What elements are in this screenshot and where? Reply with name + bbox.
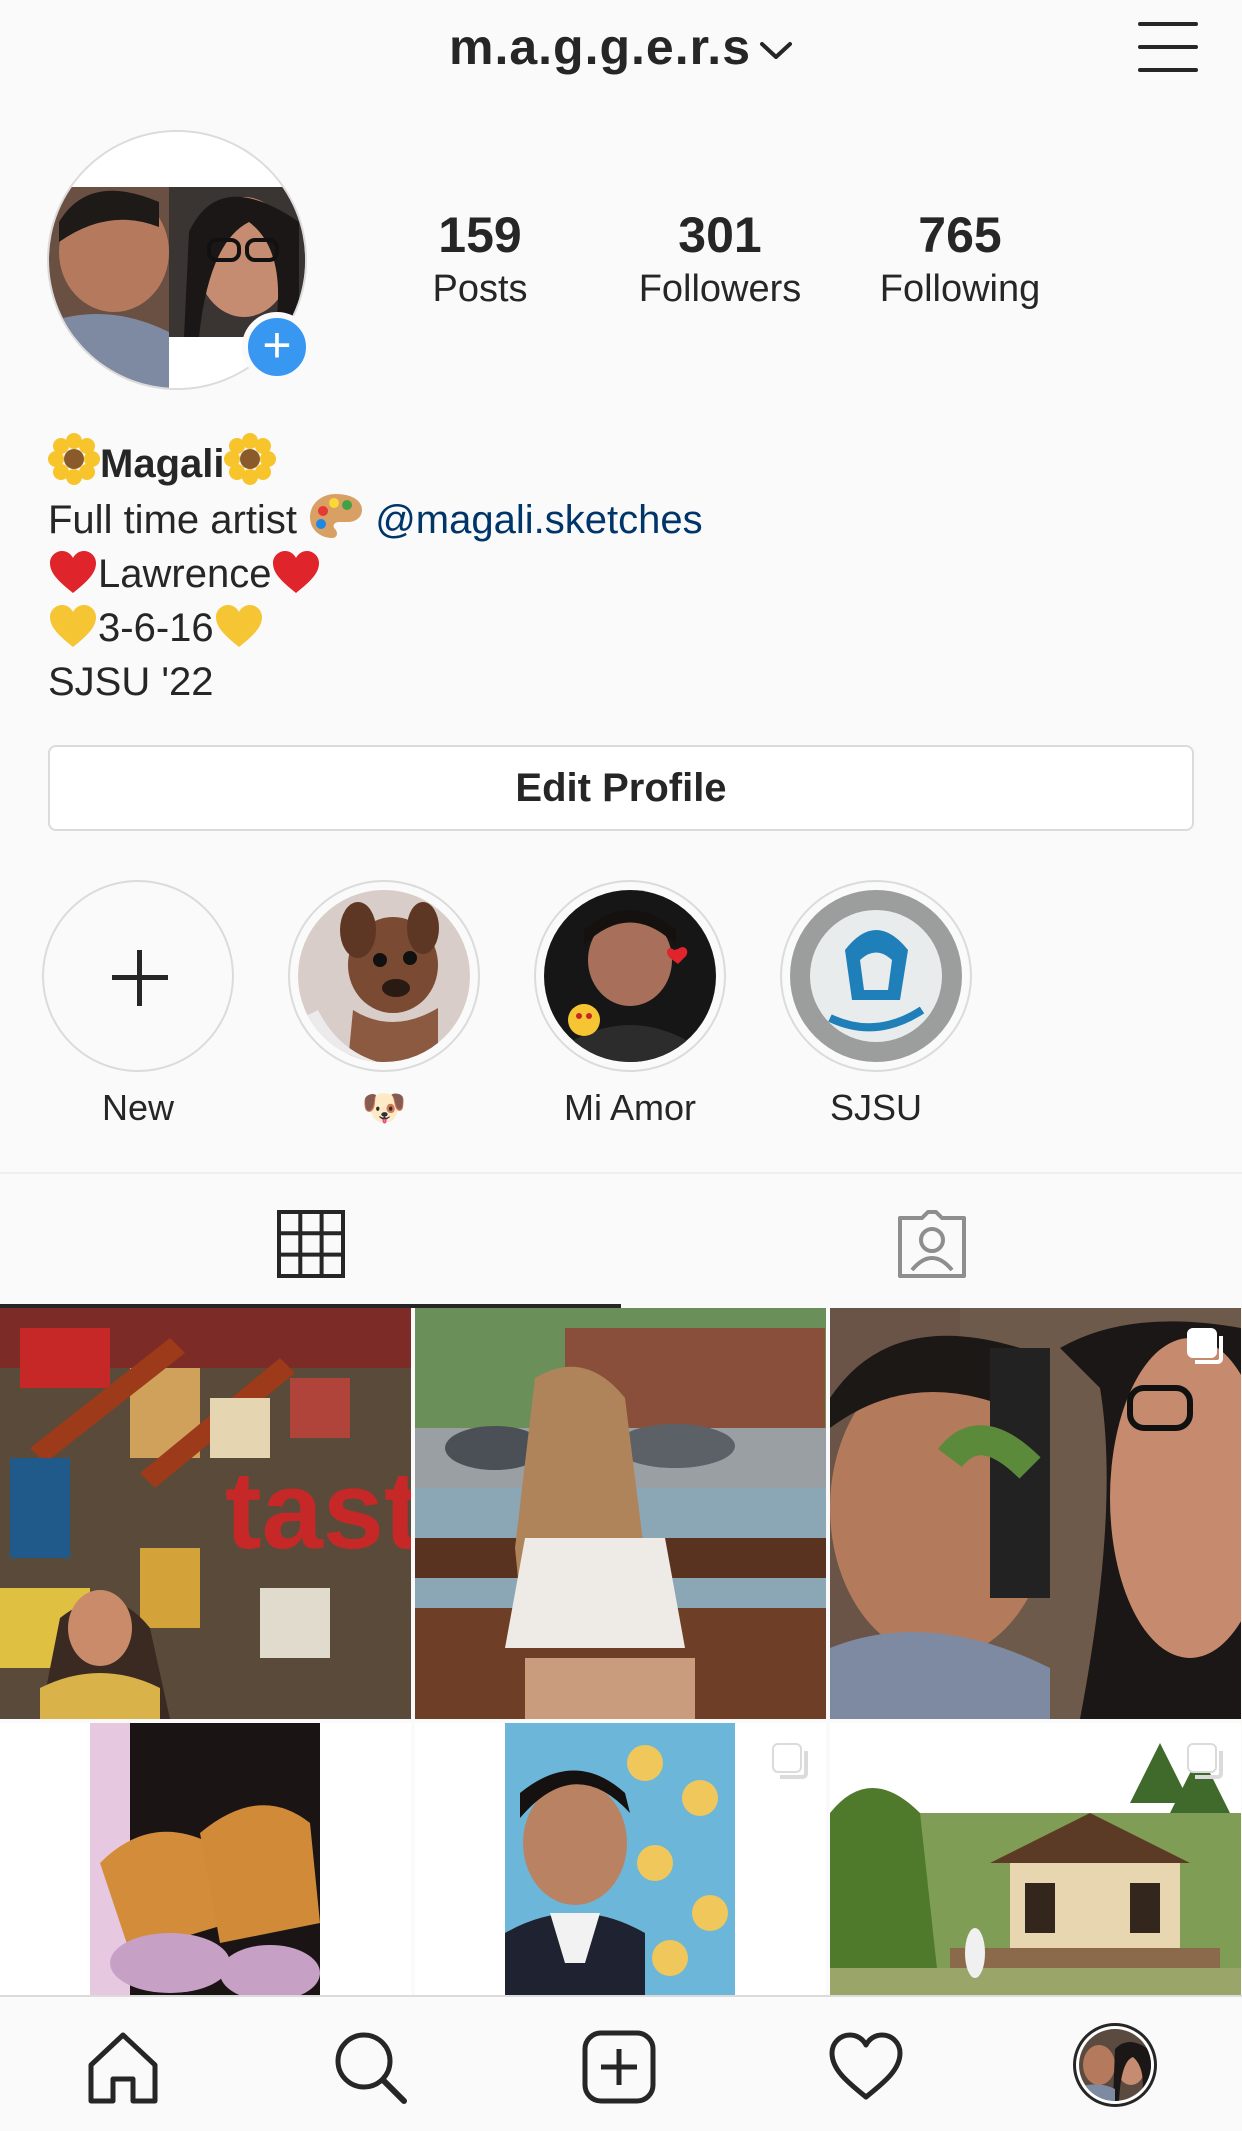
plus-icon[interactable] xyxy=(42,880,234,1072)
highlight-label: Mi Amor xyxy=(563,1087,696,1128)
bio-name-line: Magali xyxy=(48,433,1198,491)
story-highlights: New 🐶 Mi Amor SJSU xyxy=(0,880,1242,1140)
nav-new-post[interactable] xyxy=(579,2027,659,2107)
new-post-icon xyxy=(582,2030,656,2104)
svg-text:tast: tast xyxy=(225,1449,411,1572)
red-heart-icon xyxy=(273,551,320,593)
sunflower-icon xyxy=(48,433,100,485)
multiple-photos-icon xyxy=(1187,1328,1223,1364)
highlight-label: SJSU xyxy=(829,1087,923,1128)
posts-count: 159 xyxy=(438,207,522,263)
yellow-heart-icon xyxy=(50,605,96,647)
posts-label: Posts xyxy=(432,268,528,310)
nav-activity[interactable] xyxy=(826,2027,906,2107)
stat-following[interactable]: 765 Following xyxy=(860,205,1060,313)
bio-line-lawrence: Lawrence xyxy=(48,547,1198,601)
bio-artist-text: Full time artist xyxy=(48,498,297,542)
multiple-photos-icon xyxy=(1187,1743,1223,1779)
username-switcher[interactable]: m.a.g.g.e.r.s xyxy=(0,18,1242,76)
post-thumbnail[interactable] xyxy=(830,1308,1241,1719)
highlight-label: New xyxy=(101,1087,175,1128)
hamburger-menu-icon[interactable] xyxy=(1138,22,1198,76)
nav-profile[interactable] xyxy=(1073,2023,1157,2107)
post-thumbnail[interactable]: tast xyxy=(0,1308,411,1719)
display-name: Magali xyxy=(100,442,225,486)
bio-line-date: 3-6-16 xyxy=(48,601,1198,655)
bio-line-school: SJSU '22 xyxy=(48,660,214,704)
tab-tagged[interactable] xyxy=(621,1174,1242,1308)
highlight-mi-amor[interactable]: Mi Amor xyxy=(534,880,726,1130)
grid-icon xyxy=(276,1210,345,1278)
following-count: 765 xyxy=(918,207,1002,263)
profile-avatar-wrap[interactable]: + xyxy=(47,130,312,390)
username: m.a.g.g.e.r.s xyxy=(448,19,751,75)
highlight-cover-image xyxy=(544,890,716,1062)
nav-search[interactable] xyxy=(330,2027,410,2107)
profile-bio: Magali Full time artist @magali.sketches… xyxy=(48,433,1198,709)
home-icon xyxy=(88,2032,158,2104)
red-heart-icon xyxy=(50,551,96,593)
nav-home[interactable] xyxy=(83,2027,163,2107)
bio-line-artist: Full time artist @magali.sketches xyxy=(48,491,1198,547)
following-label: Following xyxy=(879,268,1041,310)
bio-mention-link[interactable]: @magali.sketches xyxy=(375,498,702,542)
highlight-new[interactable]: New xyxy=(42,880,234,1130)
chevron-down-icon xyxy=(760,41,792,59)
highlight-label: 🐶 xyxy=(361,1087,407,1128)
photo-grid: tast xyxy=(0,1308,1242,2131)
add-story-button[interactable]: + xyxy=(242,312,312,382)
heart-icon xyxy=(829,2032,903,2100)
profile-screen: m.a.g.g.e.r.s + 159 Posts 301 Followers … xyxy=(0,0,1242,2131)
profile-avatar[interactable] xyxy=(1073,2023,1157,2107)
stat-followers[interactable]: 301 Followers xyxy=(620,205,820,313)
multiple-photos-icon xyxy=(772,1743,808,1779)
tab-grid[interactable] xyxy=(0,1174,621,1308)
highlight-cover-image xyxy=(298,890,470,1062)
profile-stats: 159 Posts 301 Followers 765 Following xyxy=(380,205,1220,313)
tagged-icon xyxy=(897,1210,966,1278)
bottom-nav xyxy=(0,1995,1242,2131)
edit-profile-button[interactable]: Edit Profile xyxy=(48,745,1194,831)
palette-icon xyxy=(310,494,363,538)
profile-tabs xyxy=(0,1172,1242,1308)
highlight-sjsu[interactable]: SJSU xyxy=(780,880,972,1130)
sunflower-icon xyxy=(224,433,277,485)
yellow-heart-icon xyxy=(215,605,262,647)
top-bar: m.a.g.g.e.r.s xyxy=(0,0,1242,110)
highlight-cover-image xyxy=(790,890,962,1062)
bio-lawrence-text: Lawrence xyxy=(98,552,272,596)
highlight-dog[interactable]: 🐶 xyxy=(288,880,480,1130)
bio-date-text: 3-6-16 xyxy=(98,606,214,650)
search-icon xyxy=(335,2032,407,2104)
followers-count: 301 xyxy=(678,207,762,263)
post-thumbnail[interactable] xyxy=(415,1308,826,1719)
stat-posts[interactable]: 159 Posts xyxy=(380,205,580,313)
followers-label: Followers xyxy=(638,268,802,310)
